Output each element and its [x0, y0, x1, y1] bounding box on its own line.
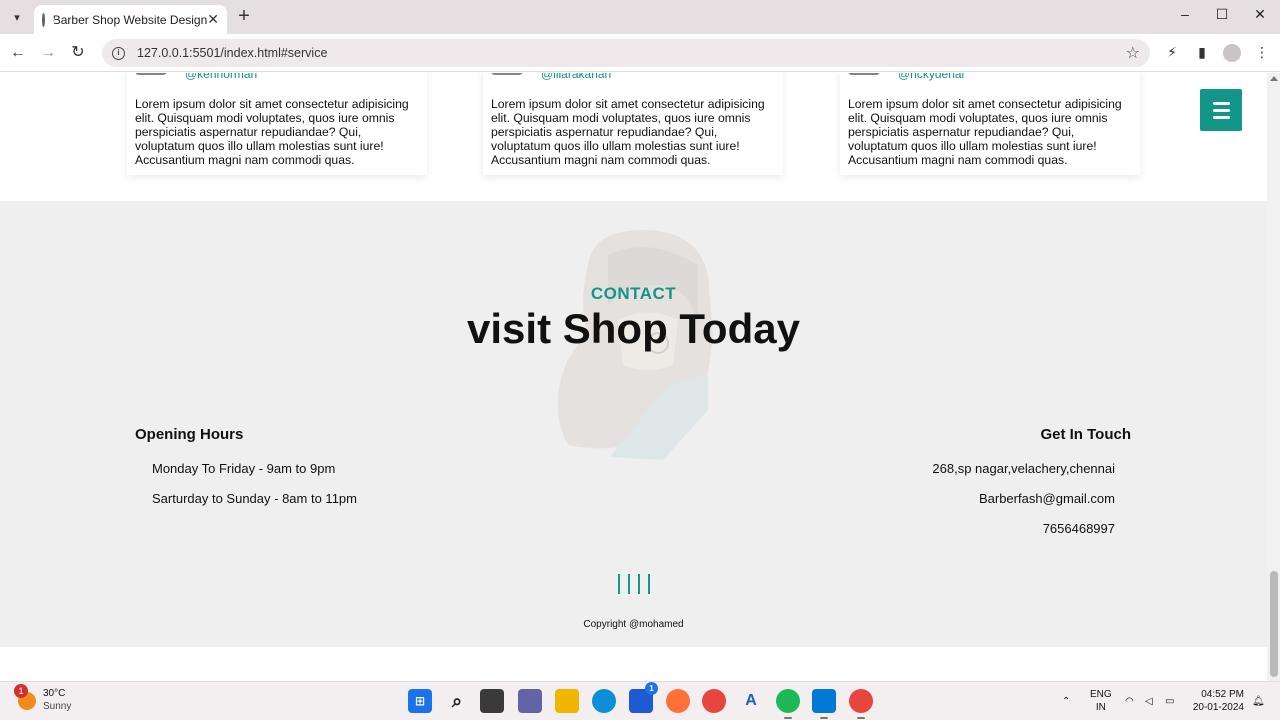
globe-icon [42, 12, 54, 27]
scrollbar-thumb[interactable] [1270, 571, 1278, 677]
review-text: Lorem ipsum dolor sit amet consectetur a… [848, 97, 1122, 167]
menu-bar-icon [1212, 115, 1230, 119]
windows-start-icon[interactable]: ⊞ [408, 689, 432, 713]
wifi-icon[interactable]: ◠ [1125, 682, 1134, 721]
extension-icon[interactable]: ⚡ [1163, 44, 1181, 62]
reload-icon[interactable]: ↻ [68, 43, 88, 63]
vscode-icon[interactable] [812, 689, 836, 719]
social-link-icon[interactable] [627, 574, 630, 594]
review-card: @kennorman Lorem ipsum dolor sit amet co… [127, 73, 427, 175]
forward-arrow-icon[interactable]: → [38, 43, 58, 63]
weather-widget[interactable]: 1 30°C Sunny [14, 683, 72, 713]
reviewer-handle[interactable]: @rickydenal [898, 73, 964, 81]
reviewer-avatar [135, 73, 167, 75]
url-text[interactable]: 127.0.0.1:5501/index.html#service [137, 46, 1126, 60]
language-code: ENG [1090, 689, 1112, 700]
review-card: @rickydenal Lorem ipsum dolor sit amet c… [840, 73, 1140, 175]
tab-search-dropdown-icon[interactable]: ▾ [6, 7, 28, 27]
review-text: Lorem ipsum dolor sit amet consectetur a… [491, 97, 765, 167]
store-badge: 1 [645, 682, 658, 695]
search-icon[interactable]: ⌕ [445, 689, 469, 713]
spotify-icon[interactable] [776, 689, 800, 719]
social-link-icon[interactable] [617, 574, 620, 594]
browser-tab-strip: ▾ Barber Shop Website Design ✕ + – ☐ ✕ [0, 0, 1280, 34]
scroll-up-arrow-icon[interactable] [1270, 76, 1278, 81]
os-taskbar: 1 30°C Sunny ⊞ ⌕ 1 A ⌃ ENG IN ◠ ◁ ▭ 04:5… [0, 681, 1280, 720]
battery-icon[interactable]: ▭ [1165, 682, 1174, 721]
volume-icon[interactable]: ◁ [1145, 682, 1153, 721]
contact-section: CONTACT visit Shop Today Opening Hours M… [0, 201, 1267, 647]
reviewer-handle[interactable]: @lilarakahan [541, 73, 611, 81]
copyright-text: Copyright @mohamed [583, 619, 684, 630]
profile-avatar-icon[interactable] [1223, 44, 1241, 62]
chat-icon[interactable] [518, 689, 542, 713]
system-clock[interactable]: 04:52 PM 20-01-2024 [1188, 688, 1244, 714]
task-view-icon[interactable] [480, 689, 504, 713]
social-link-icon[interactable] [637, 574, 640, 594]
page-viewport: @kennorman Lorem ipsum dolor sit amet co… [0, 73, 1267, 681]
browser-toolbar: ← → ↻ i 127.0.0.1:5501/index.html#servic… [0, 34, 1280, 72]
opening-hours-heading: Opening Hours [135, 426, 244, 443]
close-tab-icon[interactable]: ✕ [207, 11, 219, 28]
hours-line: Monday To Friday - 9am to 9pm [152, 461, 336, 476]
weather-condition-text: Sunny [43, 701, 72, 712]
section-subtitle: CONTACT [590, 284, 677, 303]
address-text: 268,sp nagar,velachery,chennai [932, 461, 1115, 476]
side-panel-icon[interactable]: ▮ [1193, 44, 1211, 62]
region-code: IN [1095, 702, 1106, 713]
address-bar[interactable]: i 127.0.0.1:5501/index.html#service ☆ [102, 39, 1150, 67]
hours-line: Sarturday to Sunday - 8am to 11pm [152, 491, 357, 506]
more-menu-icon[interactable]: ⋮ [1253, 44, 1271, 62]
maximize-icon[interactable]: ☐ [1210, 6, 1234, 28]
translate-icon[interactable]: A [739, 689, 763, 713]
clock-date: 20-01-2024 [1192, 702, 1244, 713]
notification-bell-icon[interactable]: 🔔︎ [1252, 682, 1265, 721]
tab-title: Barber Shop Website Design [52, 12, 208, 27]
temperature-text: 30°C [43, 688, 66, 699]
reviewer-handle[interactable]: @kennorman [185, 73, 257, 81]
section-title: visit Shop Today [467, 305, 800, 352]
chrome-icon[interactable] [702, 689, 726, 713]
social-links [0, 574, 1267, 594]
new-tab-button[interactable]: + [234, 6, 254, 27]
language-indicator[interactable]: ENG IN [1090, 688, 1112, 714]
clock-time: 04:52 PM [1201, 689, 1244, 700]
file-explorer-icon[interactable] [555, 689, 579, 713]
reviewer-avatar [848, 73, 880, 75]
chrome-profile-icon[interactable] [849, 689, 873, 719]
show-hidden-icons-icon[interactable]: ⌃ [1062, 682, 1070, 721]
page-scrollbar[interactable] [1267, 73, 1280, 681]
hamburger-menu-button[interactable] [1200, 89, 1242, 131]
phone-link[interactable]: 7656468997 [1043, 521, 1115, 536]
email-link[interactable]: Barberfash@gmail.com [979, 491, 1115, 506]
reviewer-avatar [491, 73, 523, 75]
edge-icon[interactable] [592, 689, 616, 713]
review-card: @lilarakahan Lorem ipsum dolor sit amet … [483, 73, 783, 175]
get-in-touch-heading: Get In Touch [1040, 426, 1131, 443]
notification-badge: 1 [14, 683, 28, 698]
close-window-icon[interactable]: ✕ [1248, 6, 1272, 28]
back-arrow-icon[interactable]: ← [8, 43, 28, 63]
firefox-icon[interactable] [666, 689, 690, 713]
menu-bar-icon [1212, 101, 1230, 105]
site-info-icon[interactable]: i [112, 46, 125, 60]
review-text: Lorem ipsum dolor sit amet consectetur a… [135, 97, 409, 167]
browser-tab[interactable]: Barber Shop Website Design ✕ [34, 5, 227, 34]
menu-bar-icon [1212, 108, 1230, 112]
minimize-icon[interactable]: – [1173, 6, 1197, 28]
bookmark-star-icon[interactable]: ☆ [1126, 43, 1140, 63]
social-link-icon[interactable] [647, 574, 650, 594]
sun-icon: 1 [14, 683, 36, 710]
store-icon[interactable]: 1 [629, 682, 658, 713]
